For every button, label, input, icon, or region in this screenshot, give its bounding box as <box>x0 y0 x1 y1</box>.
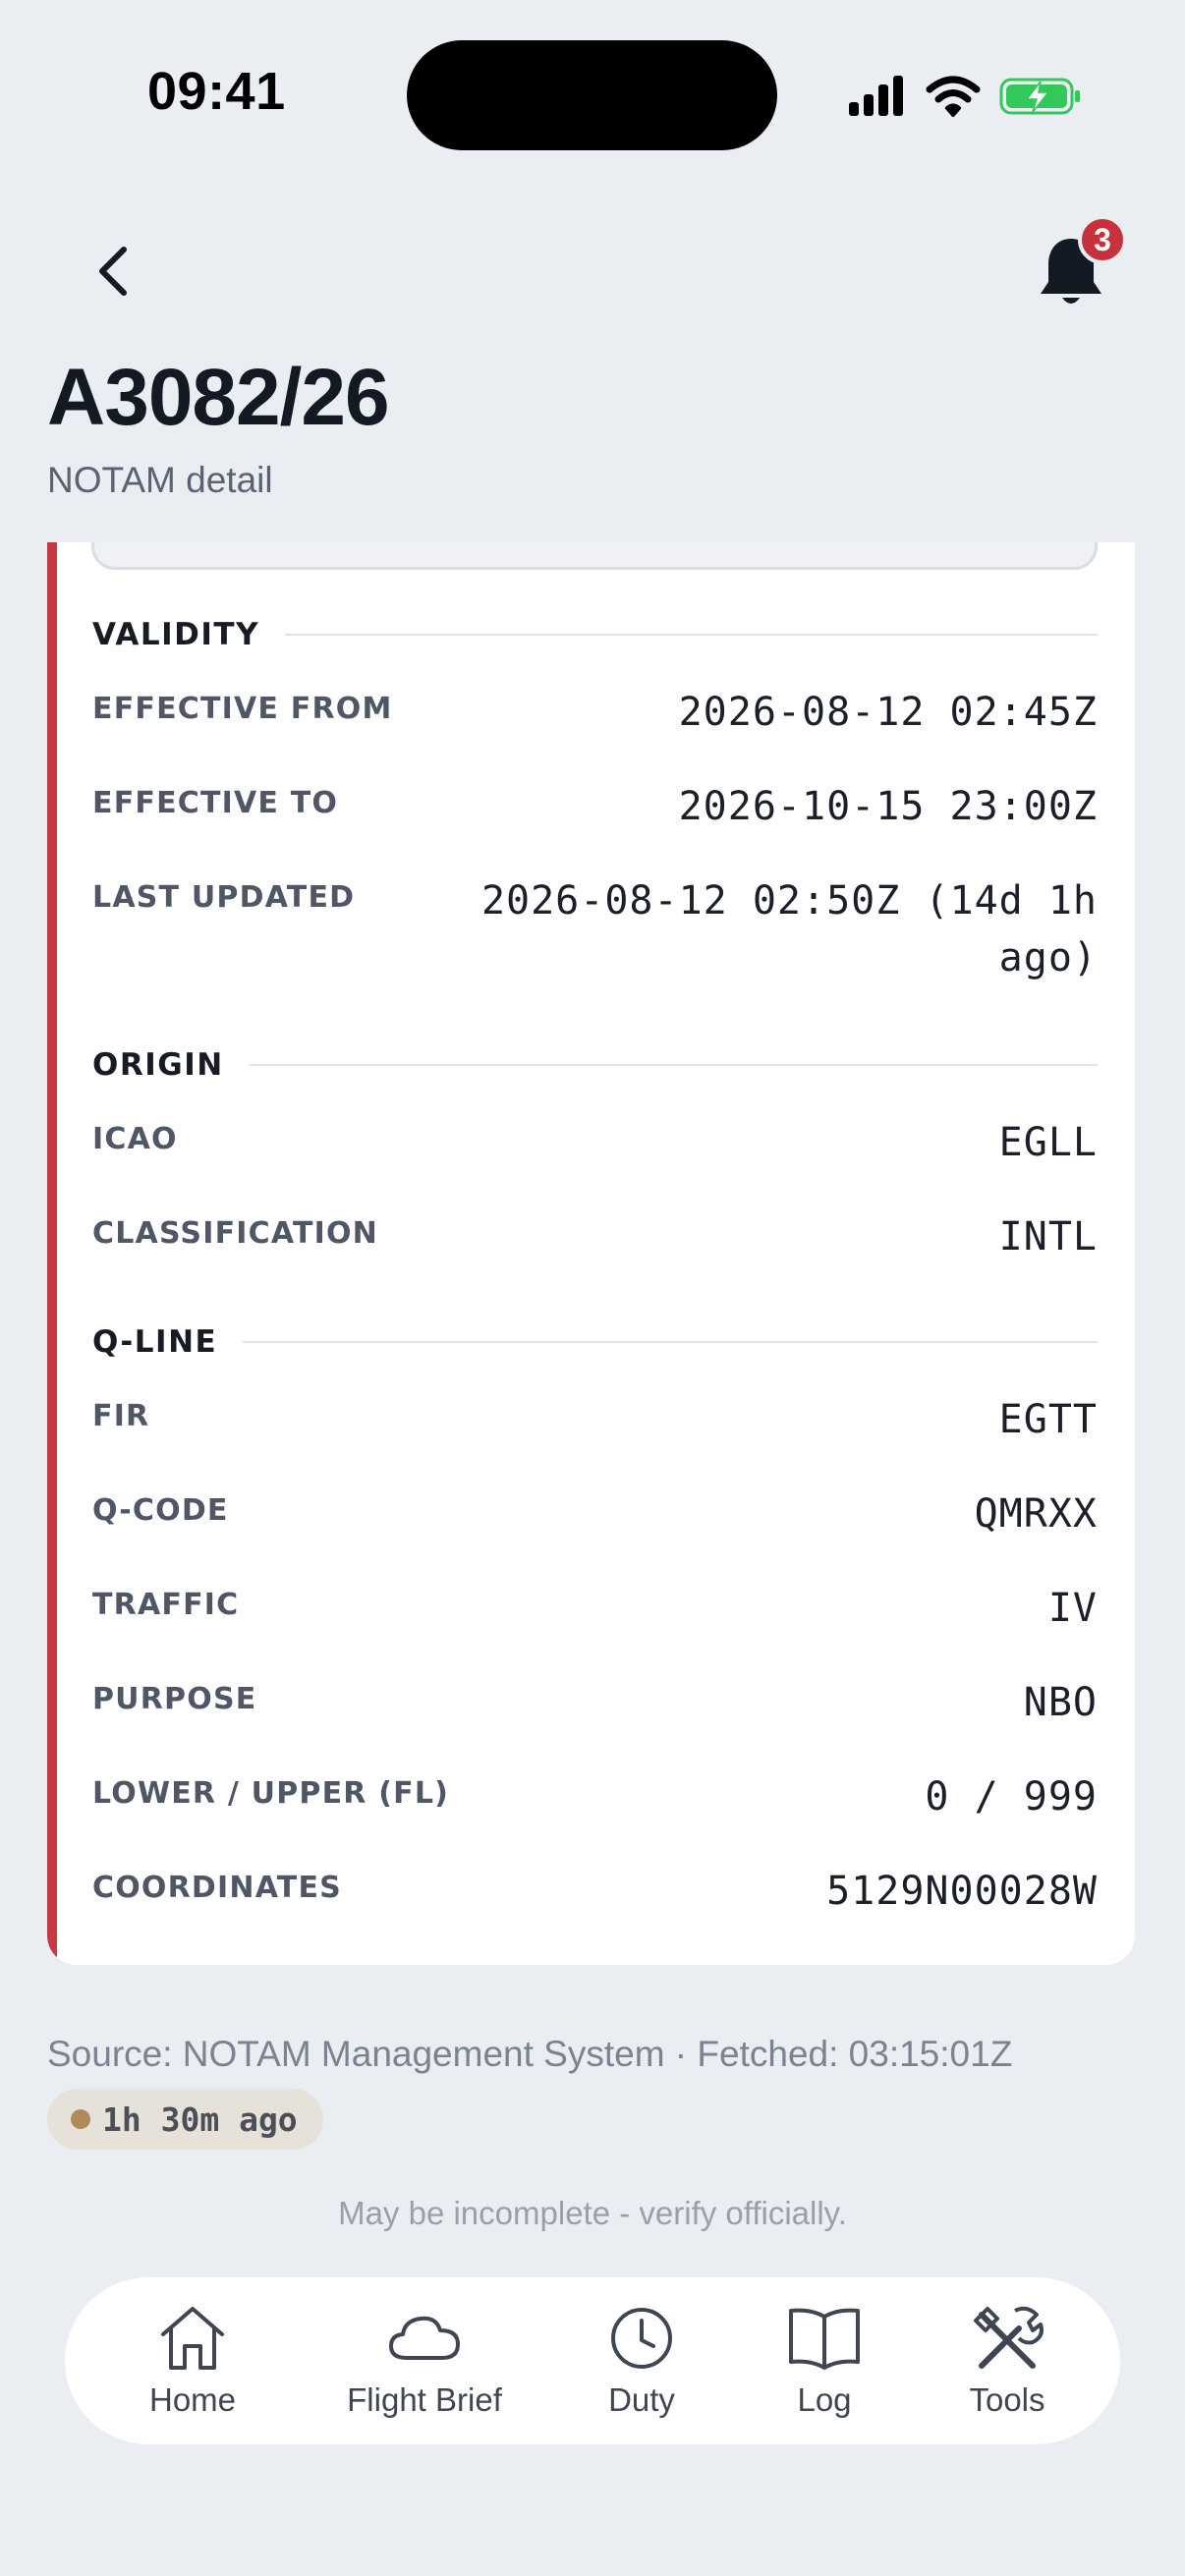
back-button[interactable] <box>79 236 149 307</box>
row-value: INTL <box>998 1214 1098 1260</box>
row-label: ICAO <box>92 1122 178 1156</box>
row-value: IV <box>1047 1586 1098 1631</box>
scrolled-content-block <box>91 542 1098 570</box>
row-label: COORDINATES <box>92 1871 342 1905</box>
source-info: Source: NOTAM Management System · Fetche… <box>47 2034 1013 2074</box>
tab-duty[interactable]: Duty <box>568 2277 715 2444</box>
age-status-dot <box>71 2109 90 2129</box>
wifi-icon <box>926 76 981 117</box>
row-label: LAST UPDATED <box>92 880 356 915</box>
section-header-origin: ORIGIN <box>92 1047 1098 1083</box>
row-value: EGLL <box>998 1120 1098 1165</box>
row-label: CLASSIFICATION <box>92 1216 378 1251</box>
row-label: TRAFFIC <box>92 1588 240 1622</box>
row-label: Q-CODE <box>92 1493 229 1528</box>
status-time: 09:41 <box>147 62 286 121</box>
row-label: EFFECTIVE TO <box>92 786 339 820</box>
row-label: EFFECTIVE FROM <box>92 692 393 726</box>
row-value: EGTT <box>998 1397 1098 1442</box>
chevron-left-icon <box>99 247 127 296</box>
tab-bar: Home Flight Brief Duty Log Tools <box>65 2277 1120 2444</box>
row-label: LOWER / UPPER (FL) <box>92 1776 450 1811</box>
battery-charging-icon <box>999 78 1080 115</box>
home-icon <box>161 2307 224 2370</box>
page-title: A3082/26 <box>47 353 390 442</box>
data-age-chip: 1h 30m ago <box>47 2089 323 2150</box>
tab-label: Log <box>797 2381 852 2418</box>
cellular-signal-icon <box>849 76 903 116</box>
row-label: FIR <box>92 1399 150 1433</box>
row-value: 0 / 999 <box>925 1774 1098 1820</box>
section-title: Q-LINE <box>92 1324 218 1360</box>
dynamic-island <box>407 40 777 150</box>
tab-label: Duty <box>608 2381 675 2418</box>
tab-home[interactable]: Home <box>104 2277 281 2444</box>
section-title: ORIGIN <box>92 1047 224 1083</box>
clock-icon <box>611 2308 672 2369</box>
section-header-qline: Q-LINE <box>92 1324 1098 1360</box>
page-subtitle: NOTAM detail <box>47 460 273 500</box>
section-header-validity: VALIDITY <box>92 617 1098 652</box>
tab-flight-brief[interactable]: Flight Brief <box>316 2277 533 2444</box>
notification-badge: 3 <box>1078 215 1127 264</box>
tab-label: Tools <box>969 2381 1045 2418</box>
notam-detail-card: VALIDITY EFFECTIVE FROM 2026-08-12 02:45… <box>47 542 1135 1965</box>
section-divider <box>285 634 1098 636</box>
tab-tools[interactable]: Tools <box>933 2277 1081 2444</box>
disclaimer-text: May be incomplete - verify officially. <box>338 2195 847 2231</box>
row-value: 2026-08-12 02:45Z <box>678 690 1098 735</box>
status-bar: 09:41 <box>0 0 1185 196</box>
card-accent-bar <box>47 542 57 1965</box>
cloud-icon <box>389 2316 460 2360</box>
row-label: PURPOSE <box>92 1682 257 1716</box>
row-value: QMRXX <box>974 1491 1098 1537</box>
tools-icon <box>974 2306 1044 2369</box>
row-value: 2026-10-15 23:00Z <box>678 784 1098 829</box>
section-title: VALIDITY <box>92 617 260 652</box>
tab-label: Flight Brief <box>347 2381 502 2418</box>
data-age-text: 1h 30m ago <box>102 2100 298 2139</box>
row-value: 2026-08-12 02:50Z (14d 1h ago) <box>480 878 1098 980</box>
section-divider <box>249 1064 1098 1066</box>
row-value: 5129N00028W <box>826 1869 1098 1914</box>
section-divider <box>243 1341 1098 1343</box>
book-icon <box>789 2308 860 2370</box>
tab-label: Home <box>148 2381 237 2418</box>
tab-log[interactable]: Log <box>751 2277 898 2444</box>
row-value: NBO <box>1023 1680 1098 1725</box>
